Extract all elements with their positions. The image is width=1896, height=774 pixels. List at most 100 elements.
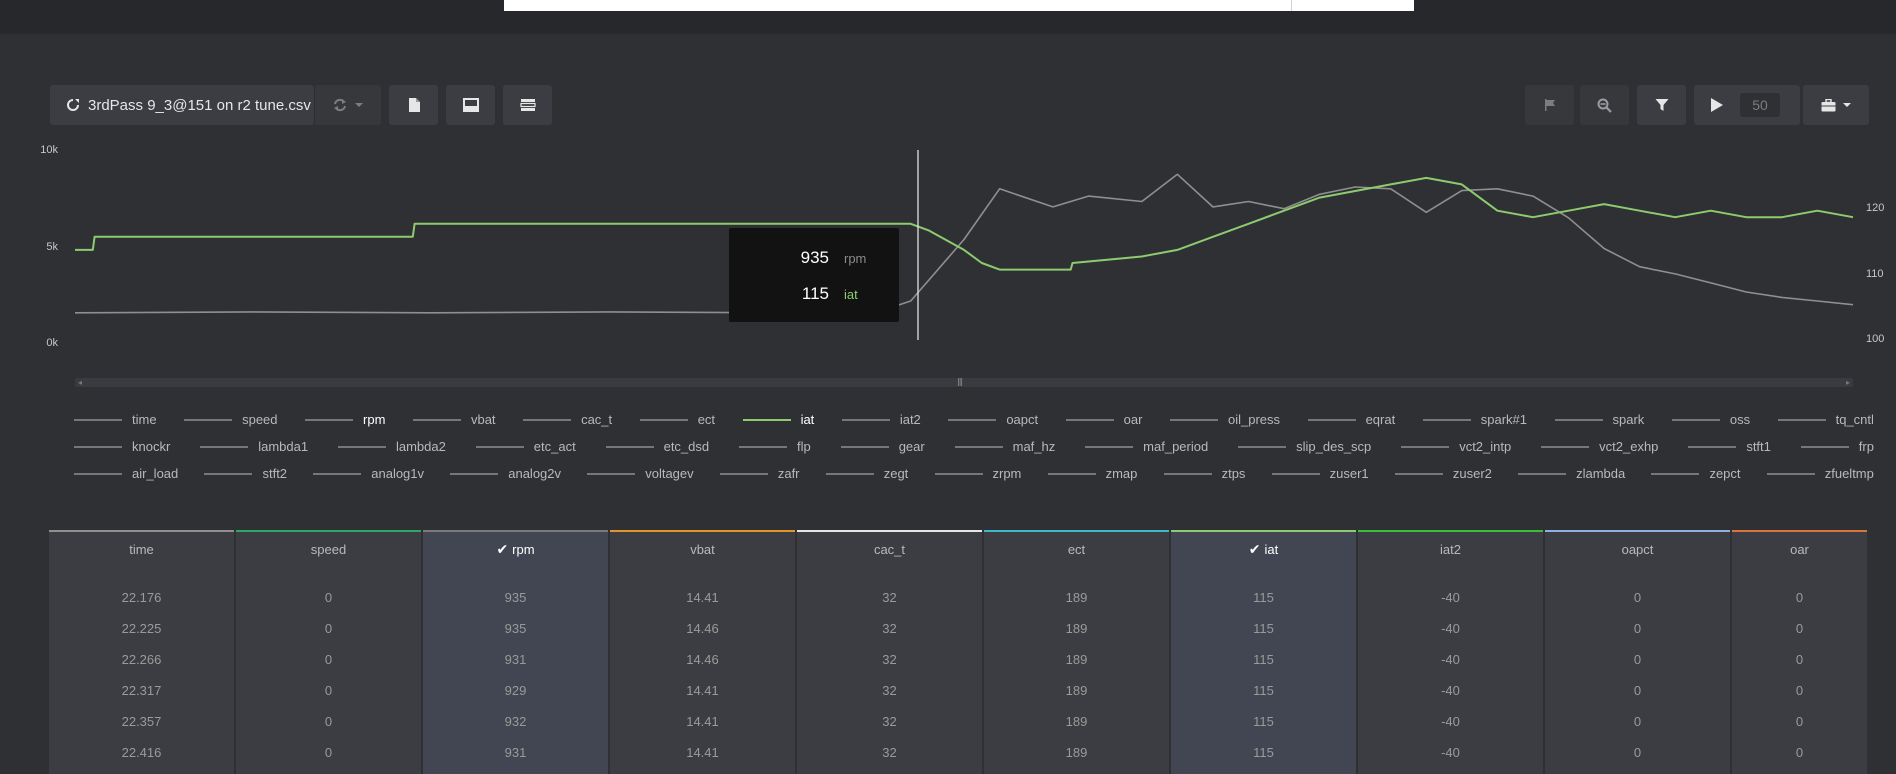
legend-item-gear[interactable]: gear xyxy=(840,439,925,454)
legend-item-oil-press[interactable]: oil_press xyxy=(1170,412,1280,427)
legend-label: maf_period xyxy=(1143,439,1209,454)
legend-item-frp[interactable]: frp xyxy=(1800,439,1874,454)
legend-item-rpm[interactable]: rpm xyxy=(305,412,385,427)
legend-item-zlambda[interactable]: zlambda xyxy=(1518,466,1625,481)
legend-item-zafr[interactable]: zafr xyxy=(719,466,800,481)
flag-button[interactable] xyxy=(1525,85,1574,125)
scroll-grip-icon[interactable]: ||| xyxy=(957,377,963,386)
column-header[interactable]: time xyxy=(49,542,234,557)
file-icon xyxy=(408,98,420,112)
table-cell: 0 xyxy=(1795,590,1804,605)
legend-item-oss[interactable]: oss xyxy=(1671,412,1751,427)
legend-item-lambda2[interactable]: lambda2 xyxy=(337,439,446,454)
legend-label: maf_hz xyxy=(1012,439,1056,454)
legend-item-oapct[interactable]: oapct xyxy=(948,412,1038,427)
column-header[interactable]: speed xyxy=(236,542,421,557)
table-cell: 189 xyxy=(1065,652,1088,667)
layout-split-button[interactable] xyxy=(446,85,495,125)
legend-item-vct2-exhp[interactable]: vct2_exhp xyxy=(1541,439,1658,454)
legend-item-zfueltmp[interactable]: zfueltmp xyxy=(1766,466,1874,481)
legend-item-tq-cntl[interactable]: tq_cntl xyxy=(1777,412,1874,427)
legend-item-etc-act[interactable]: etc_act xyxy=(475,439,576,454)
legend-item-ztps[interactable]: ztps xyxy=(1163,466,1245,481)
legend-item-vbat[interactable]: vbat xyxy=(412,412,496,427)
legend-item-analog1v[interactable]: analog1v xyxy=(313,466,424,481)
playback-speed-input[interactable]: 50 xyxy=(1740,93,1780,117)
legend-item-eqrat[interactable]: eqrat xyxy=(1307,412,1395,427)
column-header[interactable]: vbat xyxy=(610,542,795,557)
legend-swatch xyxy=(1307,418,1356,421)
legend-item-speed[interactable]: speed xyxy=(184,412,278,427)
column-header[interactable]: iat2 xyxy=(1358,542,1543,557)
file-reload-button[interactable]: 3rdPass 9_3@151 on r2 tune.csv xyxy=(50,85,314,125)
chart-scrollbar[interactable]: ◂ ||| ▸ xyxy=(75,377,1853,387)
column-header[interactable]: ✔ rpm xyxy=(423,542,608,558)
filter-button[interactable] xyxy=(1637,85,1686,125)
column-header-label: oapct xyxy=(1621,542,1654,557)
sync-dropdown-button[interactable] xyxy=(314,85,381,125)
legend-item-etc-dsd[interactable]: etc_dsd xyxy=(605,439,709,454)
tools-dropdown-button[interactable] xyxy=(1803,85,1869,125)
table-cell: 0 xyxy=(1795,714,1804,729)
legend-item-zrpm[interactable]: zrpm xyxy=(934,466,1021,481)
legend-item-slip-des-scp[interactable]: slip_des_scp xyxy=(1238,439,1371,454)
table-cell: 0 xyxy=(324,621,333,636)
legend-item-cac-t[interactable]: cac_t xyxy=(523,412,612,427)
legend-item-time[interactable]: time xyxy=(74,412,157,427)
legend-item-spark[interactable]: spark xyxy=(1554,412,1644,427)
list-rows-icon xyxy=(519,99,536,111)
legend-item-lambda1[interactable]: lambda1 xyxy=(200,439,308,454)
column-header-label: iat xyxy=(1264,542,1279,557)
column-header-label: cac_t xyxy=(873,542,906,557)
legend-item-voltagev[interactable]: voltagev xyxy=(587,466,694,481)
layout-list-button[interactable] xyxy=(503,85,552,125)
briefcase-icon xyxy=(1821,98,1835,111)
table-cell: -40 xyxy=(1441,683,1460,698)
scroll-right-arrow[interactable]: ▸ xyxy=(1846,378,1850,387)
legend-item-ect[interactable]: ect xyxy=(639,412,715,427)
column-header[interactable]: oar xyxy=(1732,542,1867,557)
legend-item-spark-1[interactable]: spark#1 xyxy=(1422,412,1527,427)
column-header[interactable]: oapct xyxy=(1545,542,1730,557)
legend-item-air-load[interactable]: air_load xyxy=(74,466,178,481)
legend-item-maf-hz[interactable]: maf_hz xyxy=(954,439,1056,454)
legend-swatch xyxy=(1422,418,1471,421)
legend-swatch xyxy=(841,418,890,421)
legend-item-zuser1[interactable]: zuser1 xyxy=(1271,466,1369,481)
series-line-iat xyxy=(75,176,1854,271)
legend-item-analog2v[interactable]: analog2v xyxy=(450,466,561,481)
column-header[interactable]: ✔ iat xyxy=(1171,542,1356,558)
column-header[interactable]: cac_t xyxy=(797,542,982,557)
legend-item-zepct[interactable]: zepct xyxy=(1651,466,1741,481)
table-cell: 115 xyxy=(1253,714,1274,729)
legend-swatch xyxy=(337,445,386,448)
legend-label: oss xyxy=(1729,412,1751,427)
new-file-button[interactable] xyxy=(389,85,438,125)
legend-label: zuser1 xyxy=(1329,466,1369,481)
legend-row: air_load stft2 analog1v analog2v voltagev zaf… xyxy=(74,460,1874,487)
log-chart[interactable]: 10k 5k 0k 120 110 100 xyxy=(0,138,1896,348)
legend-item-zuser2[interactable]: zuser2 xyxy=(1394,466,1492,481)
legend-item-stft1[interactable]: stft1 xyxy=(1688,439,1771,454)
scroll-left-arrow[interactable]: ◂ xyxy=(78,378,82,387)
table-cell: 931 xyxy=(504,745,527,760)
legend-item-zegt[interactable]: zegt xyxy=(825,466,908,481)
legend-swatch xyxy=(74,472,122,475)
legend-item-flp[interactable]: flp xyxy=(739,439,811,454)
column-header[interactable]: ect xyxy=(984,542,1169,557)
legend-item-oar[interactable]: oar xyxy=(1065,412,1142,427)
legend-item-maf-period[interactable]: maf_period xyxy=(1085,439,1208,454)
legend-item-knockr[interactable]: knockr xyxy=(74,439,170,454)
play-button[interactable]: 50 xyxy=(1694,85,1800,125)
zoom-out-button[interactable] xyxy=(1580,85,1629,125)
legend-item-stft2[interactable]: stft2 xyxy=(204,466,287,481)
table-cell: 0 xyxy=(1633,745,1642,760)
table-cell: 0 xyxy=(1795,652,1804,667)
legend-label: vct2_exhp xyxy=(1599,439,1659,454)
legend-item-iat[interactable]: iat xyxy=(742,412,814,427)
legend-item-iat2[interactable]: iat2 xyxy=(841,412,921,427)
column-color-bar xyxy=(236,530,421,532)
legend-item-vct2-intp[interactable]: vct2_intp xyxy=(1401,439,1511,454)
table-cell: 929 xyxy=(504,683,527,698)
legend-item-zmap[interactable]: zmap xyxy=(1047,466,1137,481)
